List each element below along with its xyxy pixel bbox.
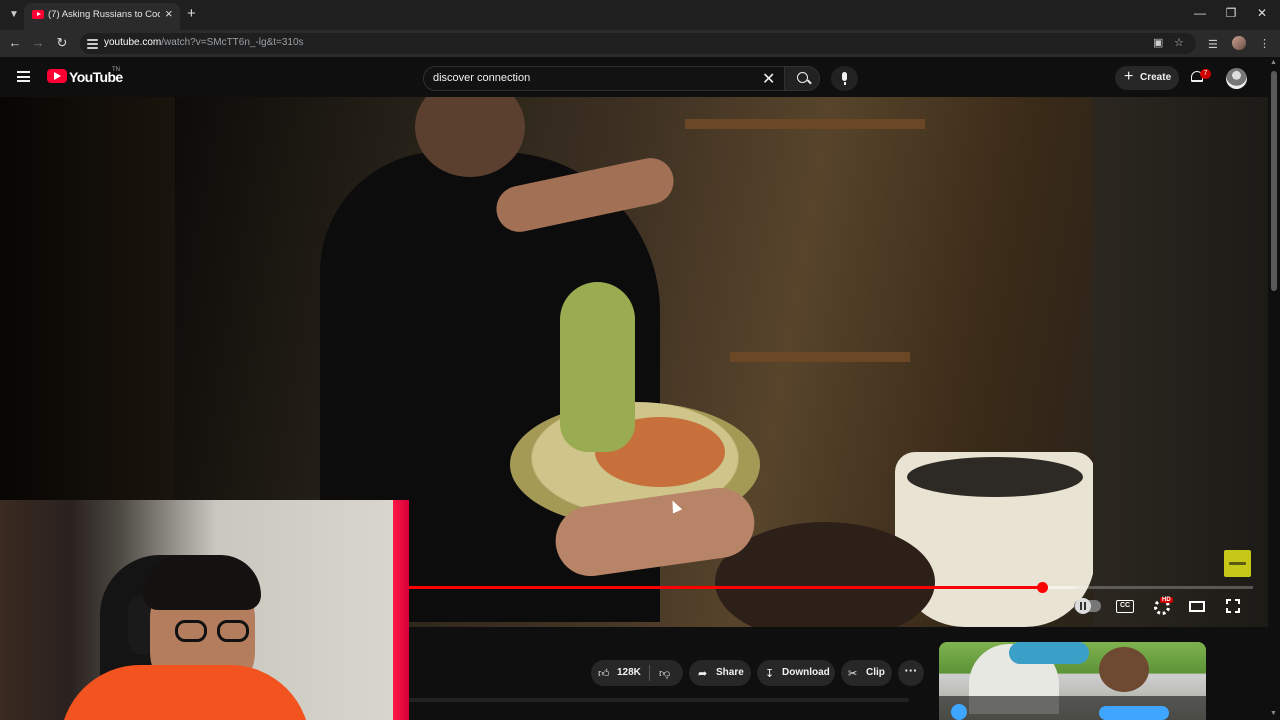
bookmark-star-icon[interactable]: ☆ — [1174, 36, 1184, 49]
address-bar[interactable]: youtube.com/watch?v=SMcTT6n_-lg&t=310s ▣… — [80, 33, 1196, 54]
plus-icon: + — [1124, 68, 1134, 85]
channel-avatar-icon[interactable] — [951, 704, 967, 720]
create-label: Create — [1140, 72, 1172, 83]
channel-watermark-icon[interactable] — [1224, 550, 1251, 577]
account-avatar[interactable] — [1226, 68, 1247, 89]
pause-icon — [1075, 598, 1091, 614]
site-info-icon[interactable] — [86, 37, 99, 50]
shelf — [685, 119, 925, 129]
like-dislike-group: 👍︎ 128K 👎︎ — [591, 660, 683, 686]
thumbnail-cap — [1009, 642, 1089, 664]
create-button[interactable]: + Create — [1115, 66, 1179, 90]
download-label: Download — [782, 667, 830, 678]
webcam-overlay — [0, 500, 393, 720]
streamer-hair — [143, 555, 261, 610]
subtitles-button[interactable]: CC — [1116, 600, 1134, 613]
media-controls-icon[interactable]: ☰ — [1208, 38, 1218, 51]
clip-button[interactable]: ✂ Clip — [841, 660, 892, 686]
clip-label: Clip — [866, 667, 885, 678]
notification-badge: 7 — [1200, 69, 1211, 79]
scroll-up-icon[interactable]: ▲ — [1270, 59, 1277, 66]
youtube-masthead: YouTube TN ✕ + Create 7 — [0, 57, 1280, 97]
page-scrollbar[interactable]: ▲ ▼ — [1268, 57, 1280, 720]
recommended-video-thumbnail[interactable] — [939, 642, 1206, 720]
browser-profile-avatar[interactable] — [1232, 36, 1246, 50]
autoplay-toggle[interactable] — [1074, 598, 1101, 614]
greens — [560, 282, 635, 452]
progress-played — [409, 586, 1042, 589]
tab-search-icon[interactable]: ▼ — [6, 7, 22, 23]
search-box: ✕ — [423, 66, 785, 91]
webcam-frame-border — [393, 500, 409, 720]
like-count[interactable]: 128K — [617, 667, 641, 678]
share-label: Share — [716, 667, 744, 678]
url-text: youtube.com/watch?v=SMcTT6n_-lg&t=310s — [104, 37, 304, 48]
more-actions-button[interactable]: ··· — [898, 660, 924, 686]
tab-title: (7) Asking Russians to Cook Th — [48, 9, 160, 20]
window-close-icon[interactable]: ✕ — [1255, 6, 1269, 20]
progress-bar[interactable] — [409, 582, 1253, 593]
download-icon: ↧ — [765, 668, 775, 680]
share-button[interactable]: ➦ Share — [689, 660, 751, 686]
reload-icon[interactable]: ↻ — [54, 35, 70, 51]
browser-toolbar: ← → ↻ youtube.com/watch?v=SMcTT6n_-lg&t=… — [0, 30, 1280, 57]
scroll-down-icon[interactable]: ▼ — [1270, 710, 1277, 717]
streamer-shirt — [60, 665, 310, 720]
forward-icon[interactable]: → — [30, 35, 46, 50]
thumbnail-child — [1099, 647, 1149, 692]
clear-search-icon[interactable]: ✕ — [762, 69, 775, 89]
thumbnail-overlay — [939, 696, 1206, 720]
url-path: /watch?v=SMcTT6n_-lg&t=310s — [161, 37, 304, 48]
download-button[interactable]: ↧ Download — [757, 660, 835, 686]
scissors-icon: ✂ — [848, 668, 858, 680]
like-icon[interactable]: 👍︎ — [598, 667, 610, 680]
pot-inner — [907, 457, 1083, 497]
fullscreen-icon[interactable] — [1226, 599, 1240, 613]
youtube-favicon-icon — [32, 10, 44, 19]
like-divider — [649, 665, 650, 681]
tab-close-icon[interactable]: × — [165, 6, 173, 21]
minimize-icon[interactable]: — — [1193, 6, 1207, 20]
share-arrow-icon: ➦ — [698, 668, 708, 680]
screen: ▼ (7) Asking Russians to Cook Th × + — ❐… — [0, 0, 1280, 720]
country-code: TN — [112, 67, 120, 73]
glasses — [175, 620, 255, 644]
hd-badge: HD — [1160, 597, 1173, 603]
url-host: youtube.com — [104, 37, 162, 48]
browser-tab-strip: ▼ (7) Asking Russians to Cook Th × + — ❐… — [0, 0, 1280, 30]
new-tab-icon[interactable]: + — [187, 5, 196, 22]
restore-icon[interactable]: ❐ — [1224, 6, 1238, 20]
search-input[interactable] — [433, 72, 733, 84]
theater-mode-icon[interactable] — [1189, 601, 1205, 612]
title-placeholder — [409, 698, 909, 702]
guide-menu-icon[interactable] — [17, 71, 30, 82]
browser-tab-active[interactable]: (7) Asking Russians to Cook Th × — [24, 3, 180, 30]
shelf — [730, 352, 910, 362]
dislike-icon[interactable]: 👎︎ — [659, 667, 670, 680]
scrubber-handle[interactable] — [1037, 582, 1048, 593]
youtube-logo-icon[interactable] — [47, 69, 67, 83]
back-icon[interactable]: ← — [7, 35, 23, 50]
install-app-icon[interactable]: ▣ — [1153, 36, 1163, 49]
browser-menu-icon[interactable]: ⋮ — [1259, 37, 1270, 50]
search-button[interactable] — [784, 66, 820, 91]
voice-search-button[interactable] — [831, 66, 858, 91]
subscribe-button[interactable] — [1099, 706, 1169, 720]
scrollbar-thumb[interactable] — [1271, 71, 1277, 291]
ambient-right — [1093, 97, 1268, 627]
